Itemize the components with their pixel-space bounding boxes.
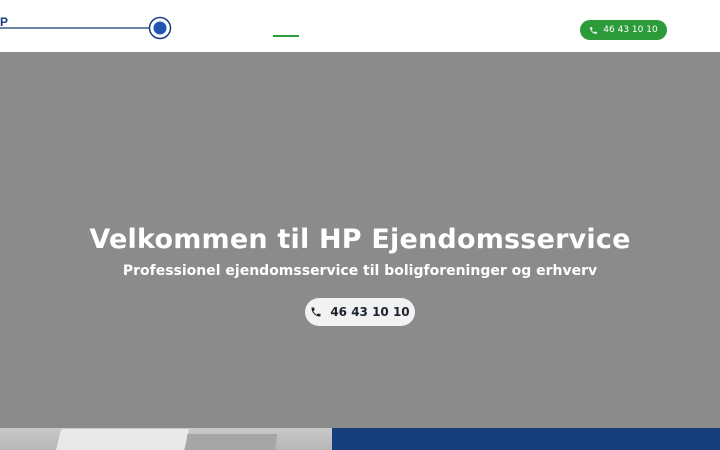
header-phone-label: 46 43 10 10 (603, 25, 658, 35)
logo-letter: P (0, 15, 8, 29)
service-image (0, 428, 332, 450)
hero-title: Velkommen til HP Ejendomsservice (89, 224, 631, 255)
phone-icon (311, 307, 321, 317)
hero-subtitle: Professionel ejendomsservice til boligfo… (122, 263, 598, 279)
hero-phone-button[interactable]: 46 43 10 10 (305, 298, 415, 326)
nav-active-indicator (273, 35, 299, 37)
blue-info-panel (332, 428, 720, 450)
hero-section: Velkommen til HP Ejendomsservice Profess… (0, 52, 720, 428)
site-header: P 46 43 10 10 (0, 0, 720, 52)
header-phone-button[interactable]: 46 43 10 10 (580, 20, 667, 40)
hero-phone-label: 46 43 10 10 (330, 305, 410, 319)
phone-icon (590, 26, 598, 34)
logo[interactable]: P (0, 12, 175, 42)
